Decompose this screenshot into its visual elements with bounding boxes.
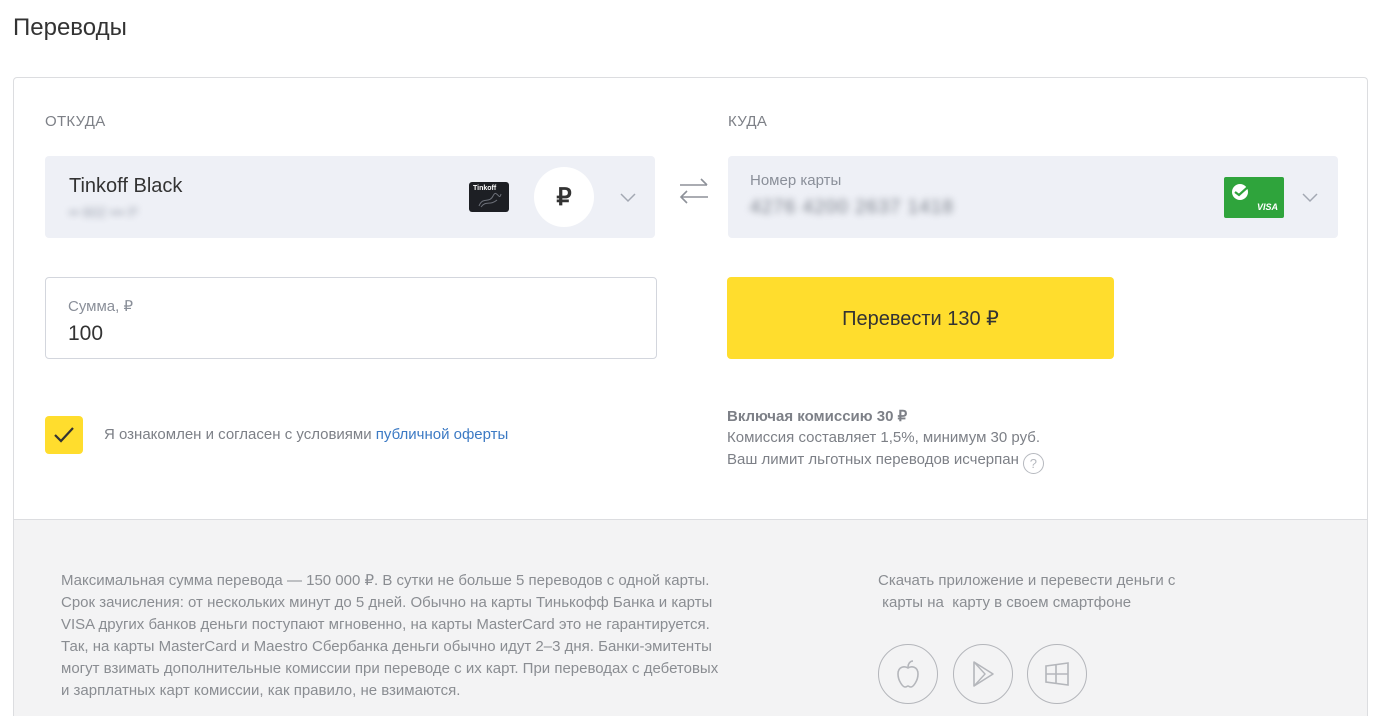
currency-button[interactable]: ₽ [534,167,594,227]
chevron-down-icon[interactable] [620,193,636,203]
to-section-label: КУДА [728,113,768,130]
fee-limit-row: Ваш лимит льготных переводов исчерпан? [727,451,1044,474]
public-offer-link[interactable]: публичной оферты [376,426,509,443]
visa-brand: VISA [1256,202,1278,212]
info-line: VISA других банков деньги поступают мгно… [61,616,710,633]
transfer-limits-info: Максимальная сумма перевода — 150 000 ₽.… [61,570,821,702]
agreement-label: Я ознакомлен и согласен с условиями [104,426,376,443]
from-section-label: ОТКУДА [45,113,106,130]
agreement-checkbox[interactable] [45,416,83,454]
swap-arrows-icon[interactable] [678,177,710,205]
windows-store-button[interactable] [1027,644,1087,704]
sberbank-visa-logo: VISA [1224,177,1284,218]
fee-rate-text: Комиссия составляет 1,5%, минимум 30 руб… [727,429,1041,446]
source-card-number: •• 602 ••• Р [69,204,138,220]
card-thumb-brand: Tinkoff [473,185,497,192]
source-card-name: Tinkoff Black [69,175,183,197]
help-icon[interactable]: ? [1022,453,1044,474]
agreement-text: Я ознакомлен и согласен с условиями публ… [104,426,508,443]
transfer-button[interactable]: Перевести 130 ₽ [727,277,1114,359]
app-store-button[interactable] [878,644,938,704]
info-line: Срок зачисления: от нескольких минут до … [61,594,713,611]
info-line: и зарплатных карт комиссии, как правило,… [61,682,461,699]
google-play-icon [973,661,994,687]
info-line: Максимальная сумма перевода — 150 000 ₽.… [61,572,710,589]
info-line: Так, на карты MasterCard и Maestro Сберб… [61,638,712,655]
page-title: Переводы [13,14,127,41]
card-number-label: Номер карты [750,172,842,189]
destination-card-field[interactable]: Номер карты 4276 4200 2637 1418 VISA [728,156,1338,238]
app-download-text: Скачать приложение и перевести деньги с … [878,570,1175,614]
windows-icon [1045,662,1069,686]
source-card-select[interactable]: Tinkoff Black •• 602 ••• Р Tinkoff ₽ [45,156,655,238]
amount-input[interactable]: 100 [68,322,103,346]
chevron-down-icon[interactable] [1302,193,1318,203]
google-play-button[interactable] [953,644,1013,704]
card-number-input[interactable]: 4276 4200 2637 1418 [750,197,954,219]
footer-info: Максимальная сумма перевода — 150 000 ₽.… [13,519,1368,716]
amount-field[interactable]: Сумма, ₽ 100 [45,277,657,359]
app-line: Скачать приложение и перевести деньги с [878,572,1176,589]
checkmark-icon [54,427,74,443]
apple-icon [897,660,919,688]
fee-limit-text: Ваш лимит льготных переводов исчерпан [727,451,1019,468]
fee-title: Включая комиссию 30 ₽ [727,408,908,425]
card-thumbnail-icon: Tinkoff [469,182,509,212]
amount-label: Сумма, ₽ [68,298,134,315]
info-line: могут взимать дополнительные комиссии пр… [61,660,719,677]
app-line: карты на карту в своем смартфоне [878,594,1132,611]
